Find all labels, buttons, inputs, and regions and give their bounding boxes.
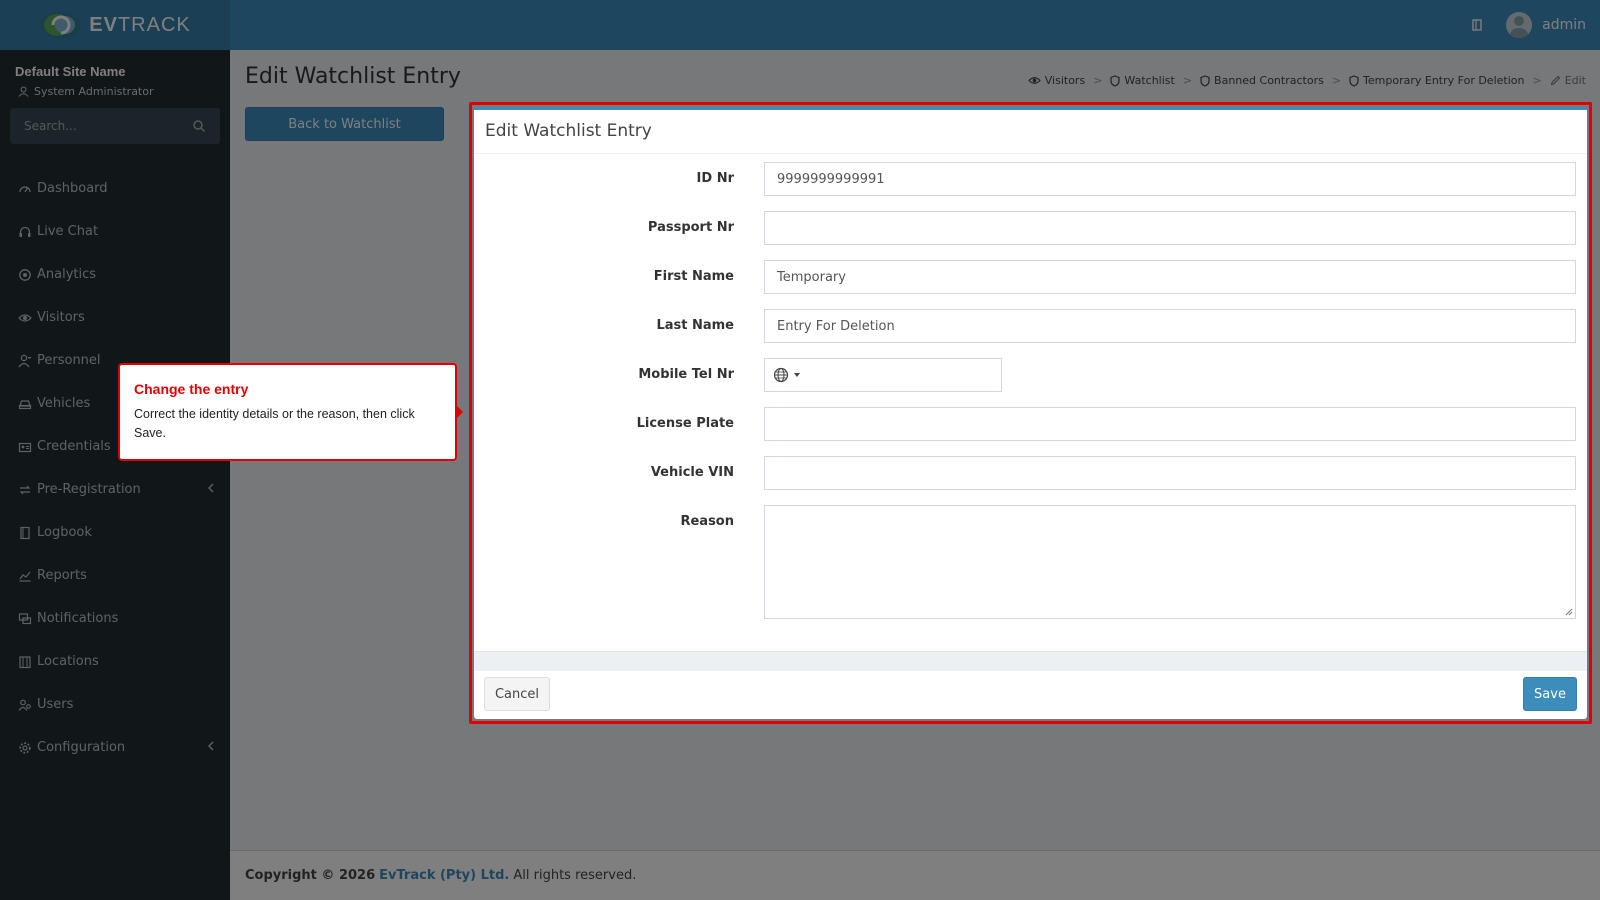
resize-grip-icon[interactable]	[1565, 608, 1573, 616]
reason-label: Reason	[680, 514, 734, 529]
vehicle-vin-label: Vehicle VIN	[650, 465, 734, 480]
form-title: Edit Watchlist Entry	[474, 110, 1587, 154]
mobile-input[interactable]	[764, 358, 1002, 392]
cancel-button[interactable]: Cancel	[484, 677, 550, 711]
form-divider	[474, 651, 1587, 671]
callout-body: Correct the identity details or the reas…	[134, 407, 415, 440]
passport-nr-input[interactable]	[764, 211, 1576, 245]
mobile-label: Mobile Tel Nr	[638, 367, 734, 382]
callout-title: Change the entry	[134, 381, 249, 397]
first-name-input[interactable]: Temporary	[764, 260, 1576, 294]
vehicle-vin-input[interactable]	[764, 456, 1576, 490]
reason-textarea[interactable]	[764, 505, 1576, 619]
tutorial-callout: Change the entry Correct the identity de…	[118, 363, 463, 461]
license-plate-input[interactable]	[764, 407, 1576, 441]
id-nr-input[interactable]: 9999999999991	[764, 162, 1576, 196]
callout-arrow	[456, 405, 463, 419]
caret-down-icon[interactable]	[793, 372, 801, 378]
last-name-input[interactable]: Entry For Deletion	[764, 309, 1576, 343]
globe-icon[interactable]	[773, 367, 789, 383]
first-name-label: First Name	[653, 269, 734, 284]
edit-watchlist-form: Edit Watchlist Entry ID Nr 9999999999991…	[474, 107, 1587, 719]
passport-nr-label: Passport Nr	[647, 220, 734, 235]
last-name-label: Last Name	[656, 318, 734, 333]
license-plate-label: License Plate	[636, 416, 734, 431]
save-button[interactable]: Save	[1523, 677, 1577, 711]
id-nr-label: ID Nr	[696, 171, 734, 186]
